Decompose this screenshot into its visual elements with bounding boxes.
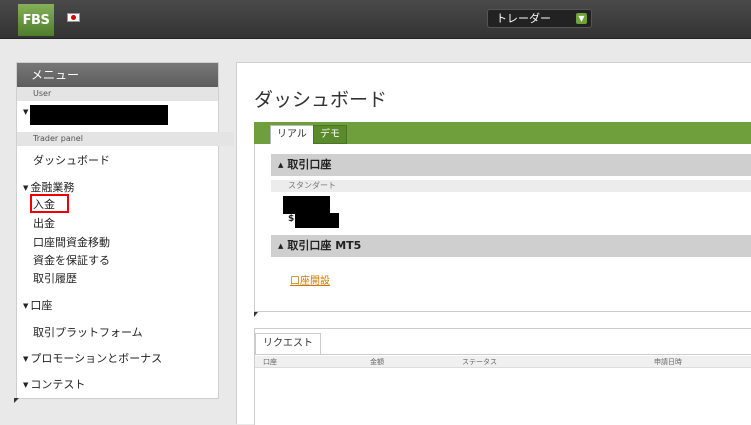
chevron-down-icon: ▼ — [23, 302, 29, 310]
column-header-account[interactable]: 口座 — [263, 357, 277, 367]
redacted-balance — [295, 213, 339, 228]
tab-divider — [255, 354, 751, 355]
account-type-label: トレーダー — [496, 12, 551, 25]
sidebar-item-trading-platforms[interactable]: 取引プラットフォーム — [33, 324, 143, 340]
column-header-amount[interactable]: 金額 — [370, 357, 384, 367]
trader-panel-section-label: Trader panel — [17, 132, 234, 146]
redacted-username — [30, 105, 168, 125]
chevron-up-icon: ▲ — [278, 161, 284, 169]
sidebar-group-label: コンテスト — [30, 378, 86, 391]
chevron-down-icon: ▼ — [23, 355, 29, 363]
trading-accounts-label: 取引口座 — [287, 158, 332, 171]
panel-resize-handle[interactable] — [254, 312, 258, 317]
page-title: ダッシュボード — [254, 89, 388, 111]
sidebar-item-withdrawal[interactable]: 出金 — [33, 215, 55, 231]
mt5-accounts-header[interactable]: ▲ 取引口座 MT5 — [271, 235, 751, 257]
sidebar-resize-handle[interactable] — [14, 398, 19, 403]
sidebar-menu: メニュー User ▼ Trader panel ダッシュボード ▼ 金融業務 入… — [16, 62, 234, 399]
mt5-accounts-label: 取引口座 MT5 — [287, 239, 362, 252]
chevron-down-icon: ▼ — [23, 184, 29, 192]
sidebar-group-label: プロモーションとボーナス — [30, 352, 163, 365]
main-content: ダッシュボード リアル デモ ▲ 取引口座 スタンダート $ ▲ 取引口座 MT5 … — [236, 62, 751, 425]
japan-flag-icon[interactable] — [67, 13, 80, 22]
sidebar-group-label: 金融業務 — [30, 181, 75, 194]
chevron-up-icon: ▲ — [278, 242, 284, 250]
column-header-request-date[interactable]: 申請日時 — [654, 357, 682, 367]
sidebar-group-contests[interactable]: ▼ コンテスト — [23, 376, 85, 392]
fbs-logo[interactable]: FBS — [18, 4, 54, 36]
redacted-account-number — [283, 196, 330, 214]
balance-currency: $ — [288, 214, 295, 224]
open-account-link[interactable]: 口座開設 — [290, 272, 330, 287]
sidebar-group-promotions[interactable]: ▼ プロモーションとボーナス — [23, 350, 162, 366]
chevron-down-icon: ▼ — [23, 381, 29, 389]
user-expand-icon[interactable]: ▼ — [23, 108, 28, 116]
sidebar-item-dashboard[interactable]: ダッシュボード — [33, 152, 110, 168]
user-section-label: User — [17, 87, 218, 101]
column-header-status[interactable]: ステータス — [462, 357, 497, 367]
tab-demo[interactable]: デモ — [313, 125, 347, 144]
sidebar-item-trade-history[interactable]: 取引履歴 — [33, 270, 77, 286]
sidebar-item-fund-guarantee[interactable]: 資金を保証する — [33, 252, 110, 268]
standard-account-label: スタンダート — [271, 180, 751, 192]
sidebar-item-internal-transfer[interactable]: 口座間資金移動 — [33, 234, 110, 250]
sidebar-group-label: 口座 — [30, 299, 53, 312]
accounts-panel: ▲ 取引口座 スタンダート $ ▲ 取引口座 MT5 口座開設 — [254, 144, 751, 312]
sidebar-group-accounts[interactable]: ▼ 口座 — [23, 297, 52, 313]
tab-requests[interactable]: リクエスト — [255, 333, 321, 354]
deposit-highlight-box — [30, 194, 69, 213]
account-type-selector[interactable]: トレーダー ▼ — [487, 9, 592, 28]
requests-panel: リクエスト 口座 金額 ステータス 申請日時 — [254, 328, 751, 425]
account-tabbar: リアル デモ — [254, 122, 751, 144]
trading-accounts-header[interactable]: ▲ 取引口座 — [271, 154, 751, 176]
requests-table-header: 口座 金額 ステータス 申請日時 — [255, 356, 751, 368]
top-bar: FBS トレーダー ▼ — [0, 0, 751, 39]
sidebar-title: メニュー — [17, 63, 218, 87]
tab-real[interactable]: リアル — [270, 125, 314, 144]
sidebar-group-financial-ops[interactable]: ▼ 金融業務 — [23, 179, 74, 195]
chevron-down-icon: ▼ — [576, 13, 587, 24]
